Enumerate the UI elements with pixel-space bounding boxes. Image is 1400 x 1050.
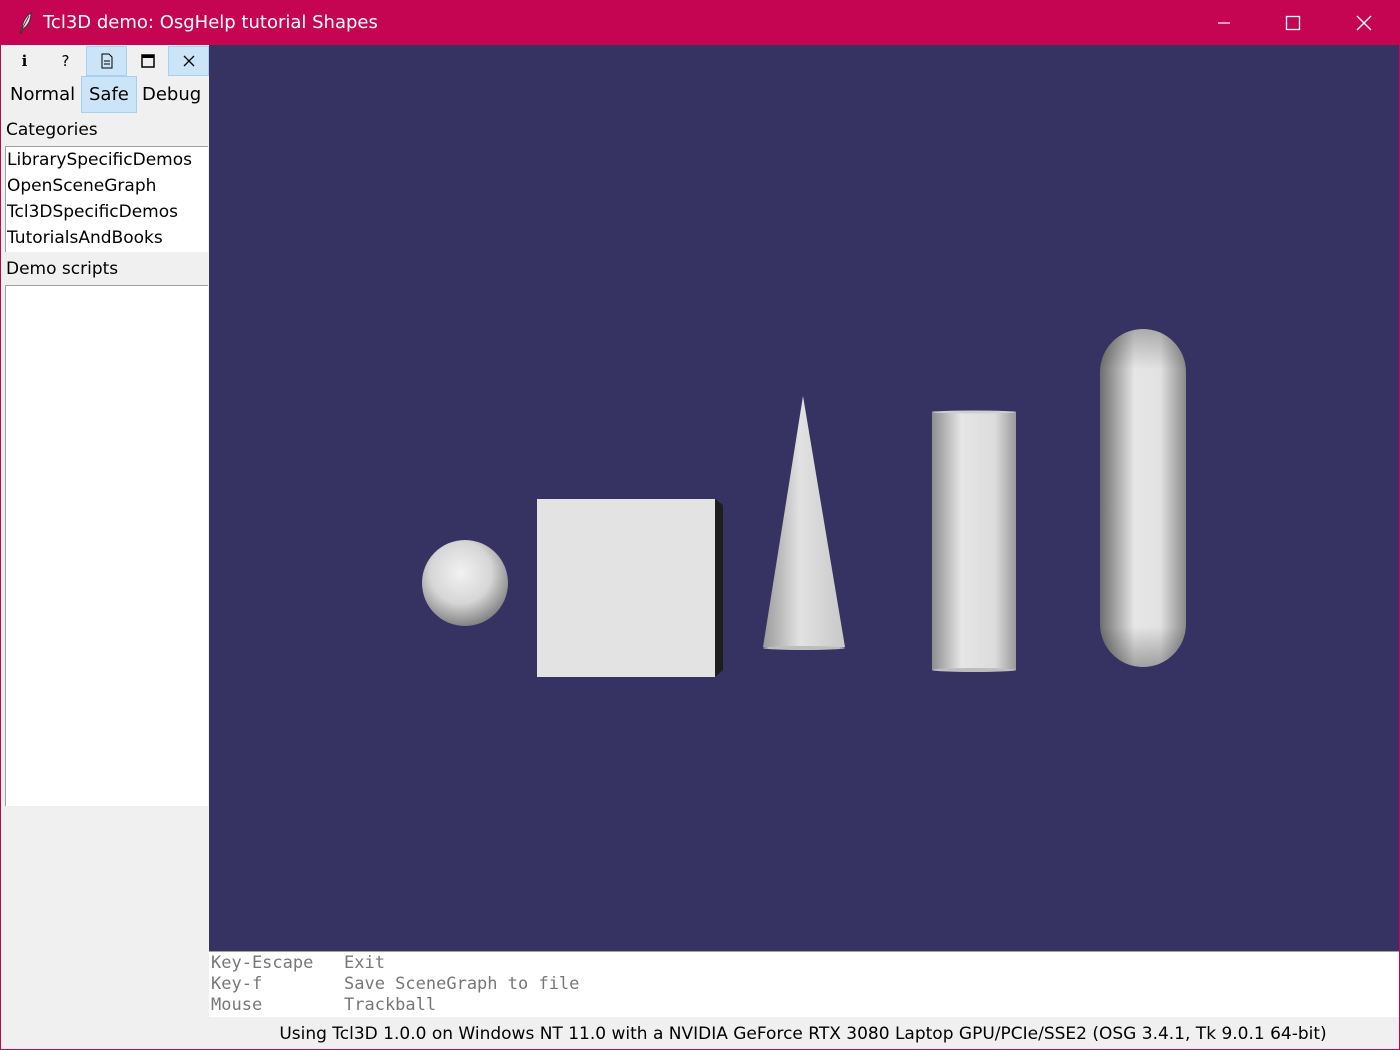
document-icon xyxy=(101,53,112,69)
demo-scripts-list[interactable] xyxy=(5,285,208,806)
close-icon xyxy=(183,55,194,67)
help-button[interactable]: ? xyxy=(45,46,86,76)
key-help-panel: Key-Escape Exit Key-f Save SceneGraph to f… xyxy=(209,951,1399,1017)
minimize-icon xyxy=(1218,22,1230,24)
categories-label: Categories xyxy=(6,120,98,140)
mode-safe-button[interactable]: Safe xyxy=(81,76,137,113)
help-key: Key-f xyxy=(211,974,263,994)
scene-canvas xyxy=(422,329,1186,677)
mode-debug-button[interactable]: Debug xyxy=(135,76,208,113)
exit-button[interactable] xyxy=(168,46,209,76)
help-action: Save SceneGraph to file xyxy=(344,974,580,994)
minimize-button[interactable] xyxy=(1189,1,1259,45)
help-action: Exit xyxy=(344,953,385,973)
help-icon: ? xyxy=(61,52,70,70)
mode-normal-button[interactable]: Normal xyxy=(3,76,82,113)
categories-list[interactable]: LibrarySpecificDemos OpenSceneGraph Tcl3… xyxy=(5,146,208,252)
window-title: Tcl3D demo: OsgHelp tutorial Shapes xyxy=(43,12,378,33)
help-row: Key-Escape Exit xyxy=(211,953,1399,974)
list-item[interactable]: TutorialsAndBooks xyxy=(6,225,208,251)
3d-viewport[interactable] xyxy=(209,45,1399,951)
maximize-icon xyxy=(1285,15,1301,31)
window-icon xyxy=(140,54,155,68)
help-row: Mouse Trackball xyxy=(211,995,1399,1016)
title-bar[interactable]: Tcl3D demo: OsgHelp tutorial Shapes xyxy=(1,1,1399,45)
list-item[interactable]: LibrarySpecificDemos xyxy=(6,147,208,173)
help-row: Key-f Save SceneGraph to file xyxy=(211,974,1399,995)
help-key: Mouse xyxy=(211,995,263,1015)
box-shape xyxy=(537,499,723,677)
info-button[interactable]: i xyxy=(4,46,45,76)
help-key: Key-Escape xyxy=(211,953,314,973)
open-file-button[interactable] xyxy=(86,46,127,76)
mode-selector: Normal Safe Debug xyxy=(2,76,208,113)
cylinder-shape xyxy=(932,410,1016,672)
help-action: Trackball xyxy=(344,995,437,1015)
maximize-button[interactable] xyxy=(1258,1,1328,45)
app-window: Tcl3D demo: OsgHelp tutorial Shapes i ? xyxy=(0,0,1400,1050)
info-icon: i xyxy=(21,52,28,70)
cone-shape xyxy=(763,396,845,650)
sidebar: i ? Normal Safe Debug Categories Library… xyxy=(2,45,209,1017)
status-bar: Using Tcl3D 1.0.0 on Windows NT 11.0 wit… xyxy=(279,1024,1327,1044)
capsule-shape xyxy=(1100,329,1186,667)
close-icon xyxy=(1356,15,1372,31)
sphere-shape xyxy=(422,540,508,626)
demo-scripts-label: Demo scripts xyxy=(6,259,119,279)
window-button[interactable] xyxy=(127,46,168,76)
feather-icon xyxy=(17,12,35,34)
list-item[interactable]: Tcl3DSpecificDemos xyxy=(6,199,208,225)
close-button[interactable] xyxy=(1329,1,1399,45)
toolbar: i ? xyxy=(4,46,209,76)
list-item[interactable]: OpenSceneGraph xyxy=(6,173,208,199)
